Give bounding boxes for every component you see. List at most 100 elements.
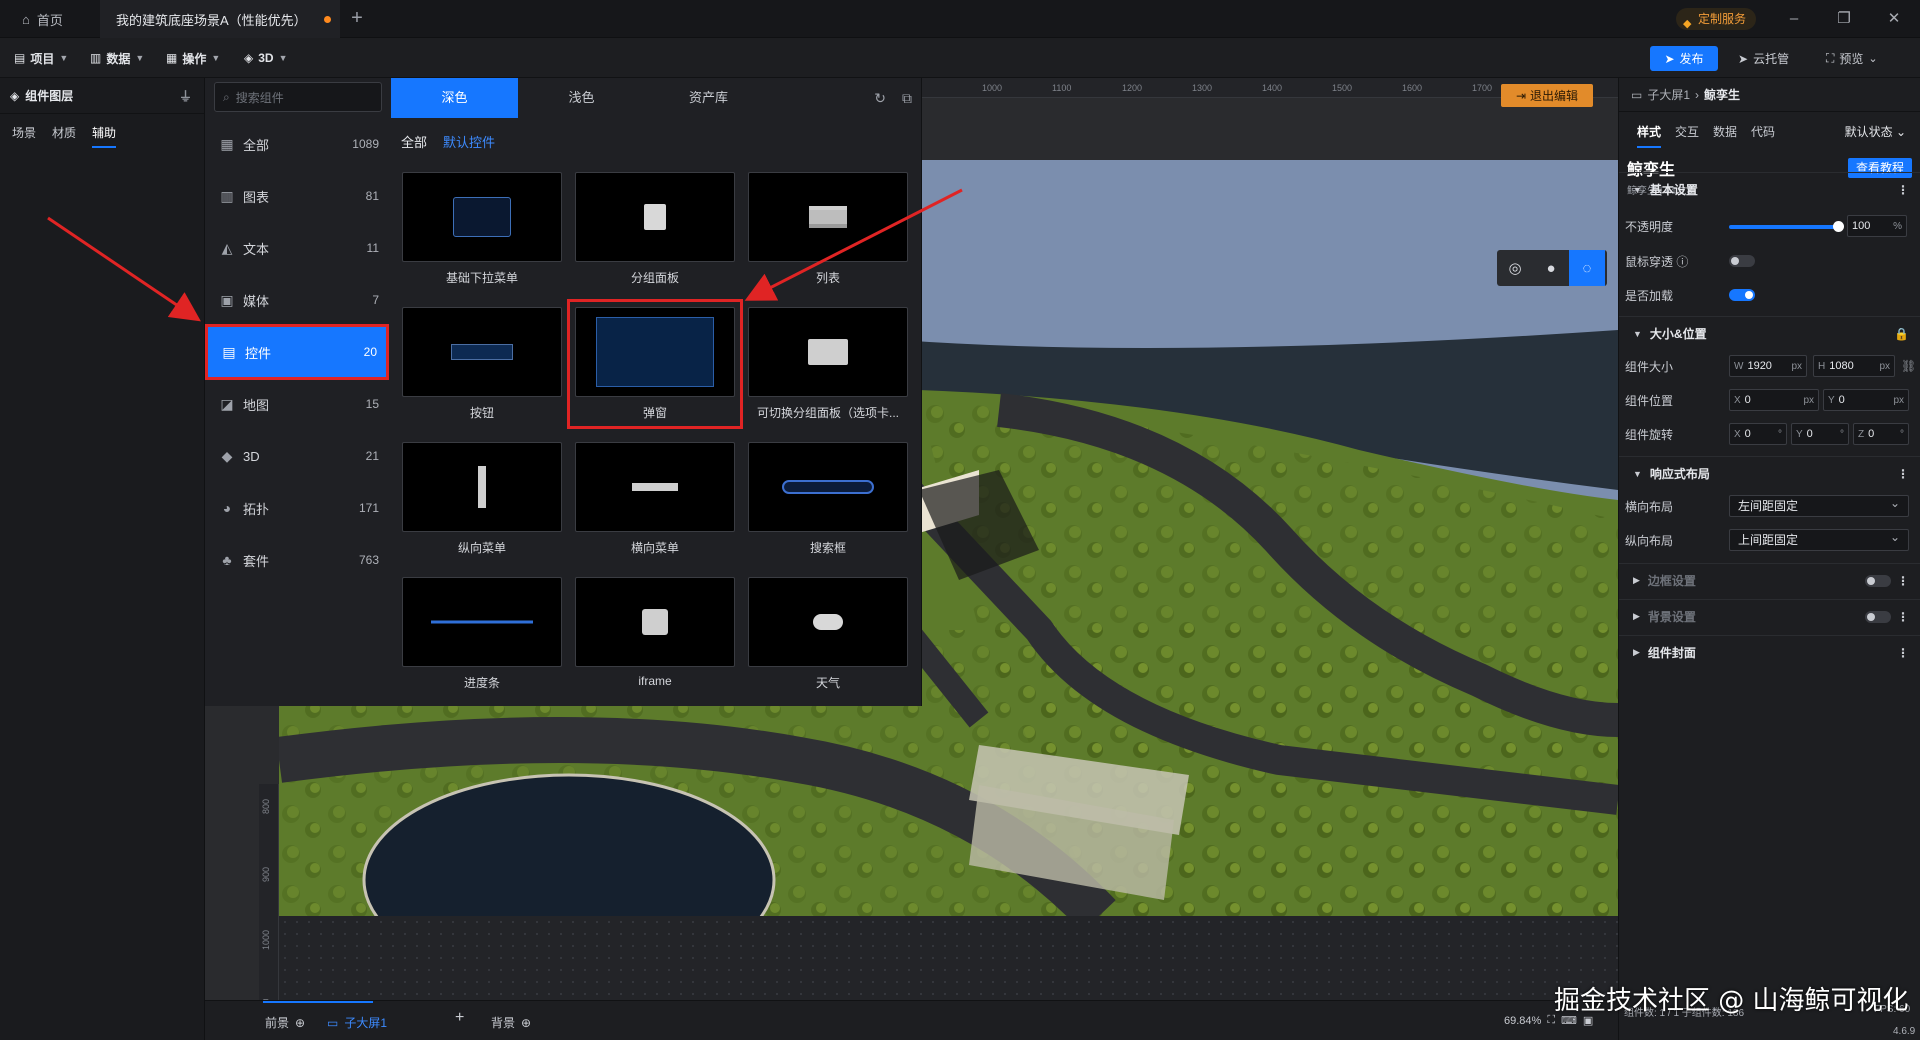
component-thumbnail [402, 442, 562, 532]
popout-icon[interactable]: ⧉ [902, 90, 912, 107]
tab-light[interactable]: 浅色 [518, 78, 645, 118]
section-responsive-layout[interactable]: ▼ 响应式布局 ⋮ [1619, 456, 1920, 490]
tab-data[interactable]: 数据 [1713, 123, 1737, 140]
tab-style[interactable]: 样式 [1637, 123, 1662, 148]
close-button[interactable]: ✕ [1882, 8, 1906, 30]
load-toggle[interactable] [1729, 289, 1755, 301]
border-toggle[interactable] [1865, 575, 1891, 587]
cube-icon: ◆ [221, 447, 233, 464]
category-kit[interactable]: ♣ 套件 763 [205, 534, 389, 586]
menu-3d[interactable]: ◈ 3D ▼ [244, 48, 288, 68]
tab-auxiliary[interactable]: 辅助 [92, 124, 117, 148]
chevron-down-icon[interactable]: ⌄ [1868, 52, 1877, 65]
breadcrumb-parent[interactable]: 子大屏1 [1647, 86, 1690, 103]
opacity-slider[interactable] [1729, 221, 1844, 232]
tab-material[interactable]: 材质 [52, 124, 76, 148]
home-tab[interactable]: ⌂ 首页 [22, 0, 63, 38]
category-text[interactable]: ◭ 文本 11 [205, 222, 389, 274]
refresh-icon[interactable]: ↻ [874, 90, 886, 107]
foreground-tab[interactable]: 前景 ⊕ [265, 1014, 305, 1031]
filter-default-controls[interactable]: 默认控件 [443, 132, 495, 151]
category-grid[interactable]: ▦ 全部 1089 [205, 118, 389, 170]
section-basic-settings[interactable]: ▼ 基本设置 ⋮ [1619, 172, 1920, 206]
more-icon[interactable]: ⋮ [1897, 574, 1909, 588]
sphere-view-button[interactable]: ● [1533, 250, 1569, 286]
lock-icon[interactable]: 🔒 [1894, 327, 1909, 341]
rotation-x-input[interactable]: X 0 ° [1729, 423, 1787, 445]
width-input[interactable]: W 1920 px [1729, 355, 1807, 377]
link-icon[interactable]: ⛓ [1901, 359, 1916, 373]
h-layout-select[interactable]: 左间距固定 [1729, 493, 1909, 517]
degree-unit: ° [1840, 428, 1844, 440]
theme-tabs: 深色 浅色 资产库 ↻ ⧉ [391, 78, 922, 118]
component-card[interactable]: 分组面板 [575, 172, 735, 286]
opacity-input[interactable]: 100 % [1847, 215, 1907, 237]
state-select[interactable]: 默认状态 ⌄ [1845, 123, 1906, 140]
section-component-cover[interactable]: ▶ 组件封面 ⋮ [1619, 635, 1920, 669]
tab-interaction[interactable]: 交互 [1675, 123, 1699, 140]
background-tab[interactable]: 背景 ⊕ [491, 1014, 531, 1031]
rotation-y-input[interactable]: Y 0 ° [1791, 423, 1849, 445]
menu-data[interactable]: ▥ 数据 ▼ [90, 48, 144, 68]
category-media[interactable]: ▣ 媒体 7 [205, 274, 389, 326]
section-size-position[interactable]: ▼ 大小&位置 🔒 [1619, 316, 1920, 350]
minimize-button[interactable]: – [1782, 8, 1806, 30]
section-background-settings[interactable]: ▶ 背景设置 ⋮ [1619, 599, 1920, 633]
component-card[interactable]: 天气 [748, 577, 908, 691]
component-thumbnail [402, 307, 562, 397]
height-input[interactable]: H 1080 px [1813, 355, 1895, 377]
component-card[interactable]: iframe [575, 577, 735, 688]
component-card[interactable]: 横向菜单 [575, 442, 735, 556]
menu-project[interactable]: ▤ 项目 ▼ [14, 48, 68, 68]
x-input[interactable]: X 0 px [1729, 389, 1819, 411]
add-circle-icon[interactable]: ⊕ [295, 1016, 305, 1030]
exit-edit-button[interactable]: ⇥ 退出编辑 [1501, 84, 1593, 107]
category-bar-chart[interactable]: ▥ 图表 81 [205, 170, 389, 222]
category-cube[interactable]: ◆ 3D 21 [205, 430, 389, 482]
mouse-through-toggle[interactable] [1729, 255, 1755, 267]
tab-dark[interactable]: 深色 [391, 78, 518, 118]
add-tab-button[interactable]: + [346, 8, 368, 30]
rotation-z-input[interactable]: Z 0 ° [1853, 423, 1909, 445]
add-screen-button[interactable]: + [455, 1009, 464, 1027]
orbit-view-button[interactable]: ◌ [1569, 250, 1605, 286]
publish-label: 发布 [1679, 52, 1704, 66]
more-icon[interactable]: ⋮ [1897, 467, 1909, 481]
tab-asset-library[interactable]: 资产库 [645, 78, 772, 118]
component-card[interactable]: 弹窗 [567, 299, 743, 429]
filter-icon[interactable]: ⏚ [179, 86, 192, 105]
cloud-hosting-button[interactable]: ➤ 云托管 [1738, 46, 1789, 71]
component-card[interactable]: 纵向菜单 [402, 442, 562, 556]
component-card[interactable]: 基础下拉菜单 [402, 172, 562, 286]
tab-code[interactable]: 代码 [1751, 123, 1775, 140]
opacity-label: 不透明度 [1625, 219, 1674, 234]
preview-button[interactable]: ⛶ 预览 ⌄ [1826, 46, 1878, 71]
publish-button[interactable]: ➤ 发布 [1650, 46, 1718, 71]
add-circle-icon[interactable]: ⊕ [521, 1016, 531, 1030]
more-icon[interactable]: ⋮ [1897, 183, 1909, 197]
more-icon[interactable]: ⋮ [1897, 610, 1909, 624]
category-control[interactable]: ▤ 控件 20 [205, 324, 389, 380]
component-card[interactable]: 列表 [748, 172, 908, 286]
component-card[interactable]: 搜索框 [748, 442, 908, 556]
component-card[interactable]: 按钮 [402, 307, 562, 421]
tab-scene[interactable]: 场景 [12, 124, 36, 148]
background-toggle[interactable] [1865, 611, 1891, 623]
y-input[interactable]: Y 0 px [1823, 389, 1909, 411]
component-thumbnail [748, 442, 908, 532]
category-topology[interactable]: ◕ 拓扑 171 [205, 482, 389, 534]
component-card[interactable]: 进度条 [402, 577, 562, 691]
custom-service-button[interactable]: ◆ 定制服务 [1676, 8, 1757, 30]
section-border-settings[interactable]: ▶ 边框设置 ⋮ [1619, 563, 1920, 597]
more-icon[interactable]: ⋮ [1897, 646, 1909, 660]
component-card[interactable]: 可切换分组面板（选项卡... [748, 307, 908, 421]
category-map[interactable]: ◪ 地图 15 [205, 378, 389, 430]
component-search-input[interactable]: ⌕ 搜索组件 [214, 82, 382, 112]
restore-button[interactable]: ❐ [1832, 8, 1856, 30]
sub-screen-tab[interactable]: ▭ 子大屏1 [327, 1014, 387, 1031]
globe-view-button[interactable]: ◎ [1497, 250, 1533, 286]
v-layout-select[interactable]: 上间距固定 [1729, 527, 1909, 551]
menu-operate[interactable]: ▦ 操作 ▼ [166, 48, 220, 68]
project-tab[interactable]: 我的建筑底座场景A（性能优先） [100, 0, 340, 38]
filter-all[interactable]: 全部 [401, 132, 427, 151]
